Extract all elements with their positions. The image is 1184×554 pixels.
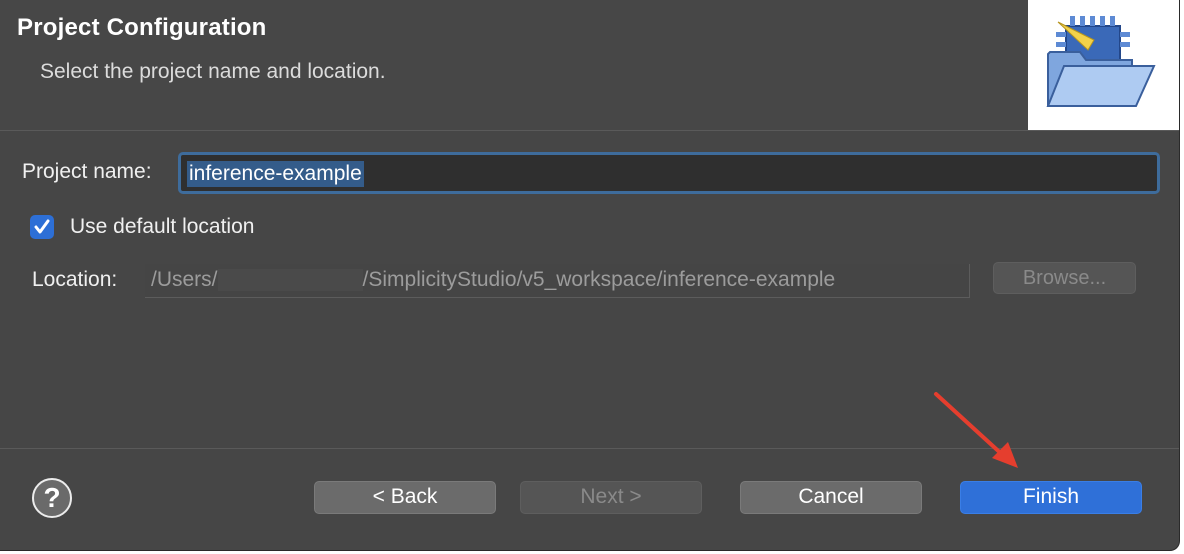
- checkmark-icon: [34, 219, 50, 234]
- use-default-location-checkbox[interactable]: [30, 215, 54, 239]
- cancel-button[interactable]: Cancel: [740, 481, 922, 514]
- next-button[interactable]: Next >: [520, 481, 702, 514]
- annotation-arrow-icon: [934, 392, 1018, 468]
- location-label: Location:: [32, 268, 118, 291]
- header-separator: [0, 130, 1179, 131]
- location-field: /Users/ /SimplicityStudio/v5_workspace/in…: [145, 264, 970, 298]
- location-suffix: /SimplicityStudio/v5_workspace/inference…: [362, 268, 836, 291]
- browse-button[interactable]: Browse...: [993, 262, 1136, 294]
- new-project-dialog: Project Configuration Select the project…: [0, 0, 1180, 551]
- wizard-folder-icon: [1046, 16, 1156, 107]
- finish-button[interactable]: Finish: [960, 481, 1142, 514]
- redacted-username: [217, 269, 363, 292]
- back-button[interactable]: < Back: [314, 481, 496, 514]
- page-subtitle: Select the project name and location.: [40, 60, 386, 83]
- project-name-input[interactable]: inference-example: [178, 152, 1160, 194]
- location-prefix: /Users/: [151, 268, 218, 291]
- page-title: Project Configuration: [17, 14, 267, 41]
- help-icon[interactable]: ?: [32, 478, 72, 518]
- use-default-location-label[interactable]: Use default location: [70, 215, 254, 239]
- project-name-label: Project name:: [22, 160, 152, 183]
- project-name-value: inference-example: [187, 161, 364, 187]
- wizard-banner: [1028, 0, 1179, 130]
- wizard-header: Project Configuration Select the project…: [0, 0, 1179, 130]
